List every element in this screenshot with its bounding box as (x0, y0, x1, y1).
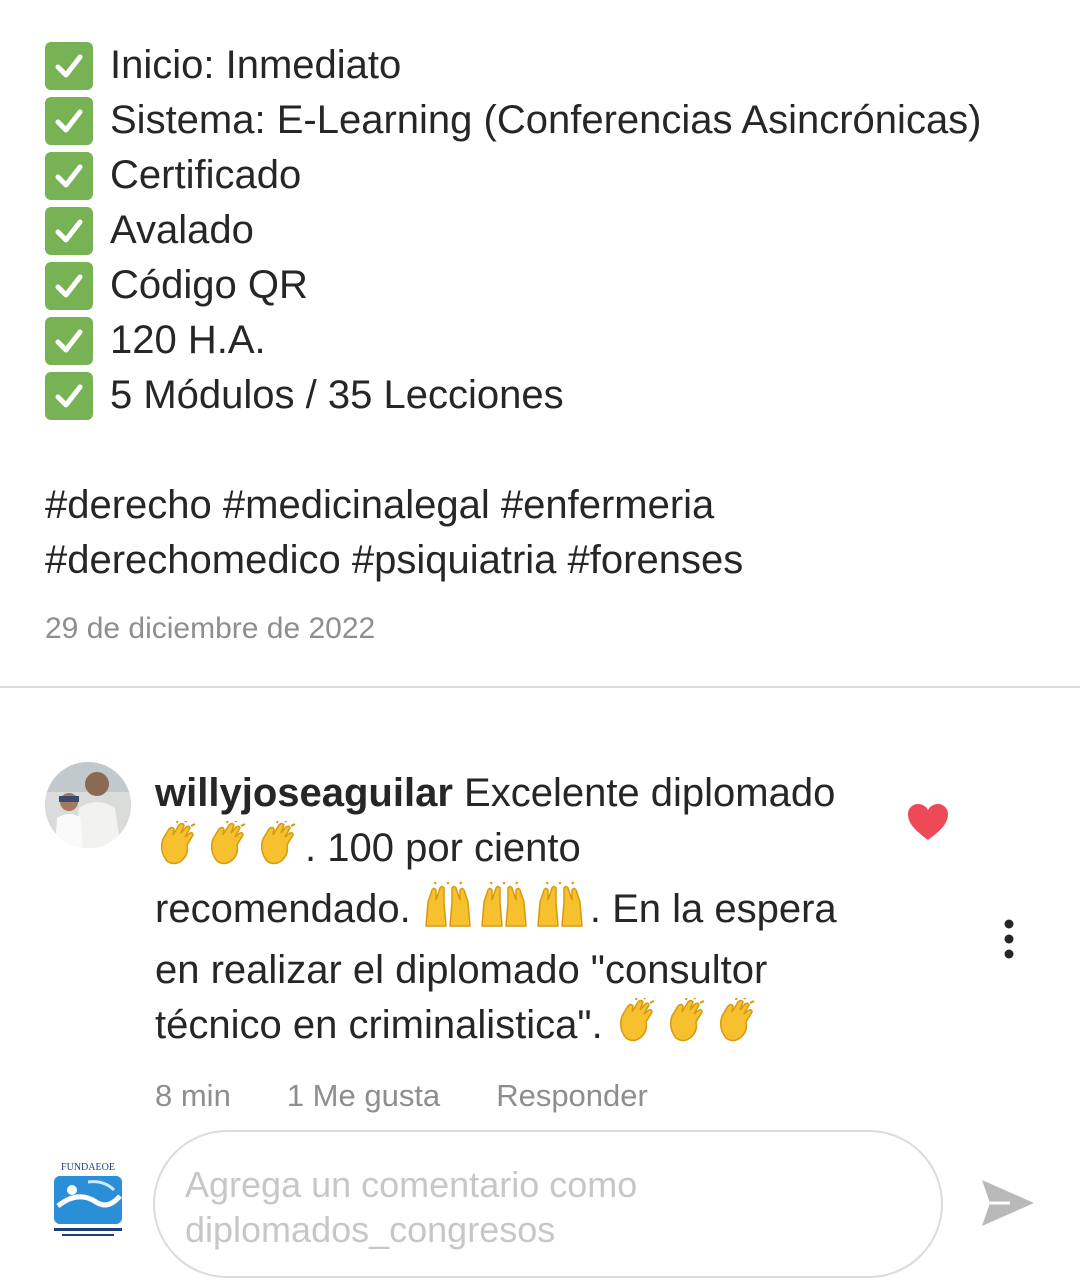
feature-item: Sistema: E-Learning (Conferencias Asincr… (45, 93, 1075, 148)
fundaeoe-logo-icon: FUNDAEOE (54, 1162, 122, 1236)
comment-fragment: recomendado. (155, 887, 411, 931)
check-mark-icon (45, 206, 93, 255)
comment-username[interactable]: willyjoseaguilar (155, 771, 453, 815)
clapping-hands-icon (255, 818, 301, 882)
clapping-hands-icon (205, 818, 251, 882)
reply-button[interactable]: Responder (496, 1078, 648, 1114)
hashtags-line[interactable]: #derechomedico #psiquiatria #forenses (45, 533, 1065, 588)
comment-composer[interactable] (153, 1130, 943, 1278)
raising-hands-icon (422, 880, 474, 943)
raising-hands-icon (478, 880, 530, 943)
feature-text: Avalado (110, 208, 254, 252)
clapping-hands-icon (155, 818, 201, 882)
feature-text: Sistema: E-Learning (Conferencias Asincr… (110, 98, 982, 142)
post-date: 29 de diciembre de 2022 (45, 612, 376, 645)
comment-likes[interactable]: 1 Me gusta (287, 1078, 440, 1114)
check-mark-icon (45, 316, 93, 365)
feature-item: Código QR (45, 258, 1075, 313)
like-heart-icon[interactable] (906, 802, 950, 847)
comment-fragment: técnico en criminalistica". (155, 1003, 603, 1047)
check-mark-icon (45, 41, 93, 90)
clapping-hands-icon (664, 995, 710, 1059)
post-body: Inicio: Inmediato Sistema: E-Learning (C… (45, 38, 1075, 423)
feature-text: Inicio: Inmediato (110, 43, 402, 87)
check-mark-icon (45, 96, 93, 145)
feature-text: Código QR (110, 263, 308, 307)
comment-text: willyjoseaguilar Excelente diplomado . 1… (155, 766, 895, 1059)
clapping-hands-icon (714, 995, 760, 1059)
feature-text: 120 H.A. (110, 318, 266, 362)
feature-text: 5 Módulos / 35 Lecciones (110, 373, 564, 417)
avatar-photo-icon (45, 762, 131, 848)
clapping-hands-icon (614, 995, 660, 1059)
hashtags-line[interactable]: #derecho #medicinalegal #enfermeria (45, 478, 1065, 533)
send-icon[interactable] (980, 1176, 1036, 1235)
feature-item: Avalado (45, 203, 1075, 258)
hashtags[interactable]: #derecho #medicinalegal #enfermeria #der… (45, 478, 1065, 588)
comment-fragment: en realizar el diplomado "consultor (155, 948, 768, 992)
check-mark-icon (45, 151, 93, 200)
more-options-icon[interactable] (996, 918, 1022, 962)
feature-item: Certificado (45, 148, 1075, 203)
raising-hands-icon (534, 880, 586, 943)
comment-time: 8 min (155, 1078, 231, 1113)
account-logo[interactable]: FUNDAEOE (48, 1160, 128, 1240)
comment-fragment: . 100 por ciento (305, 826, 581, 870)
comment-meta: 8 min 1 Me gusta Responder (155, 1078, 648, 1114)
feature-item: 5 Módulos / 35 Lecciones (45, 368, 1075, 423)
divider (0, 686, 1080, 688)
comment-input[interactable] (185, 1162, 885, 1252)
comment-fragment: . En la espera (589, 887, 837, 931)
feature-text: Certificado (110, 153, 302, 197)
feature-item: 120 H.A. (45, 313, 1075, 368)
check-mark-icon (45, 371, 93, 420)
logo-text: FUNDAEOE (61, 1162, 115, 1173)
check-mark-icon (45, 261, 93, 310)
comment-fragment: Excelente diplomado (464, 771, 836, 815)
avatar[interactable] (45, 762, 131, 848)
feature-item: Inicio: Inmediato (45, 38, 1075, 93)
